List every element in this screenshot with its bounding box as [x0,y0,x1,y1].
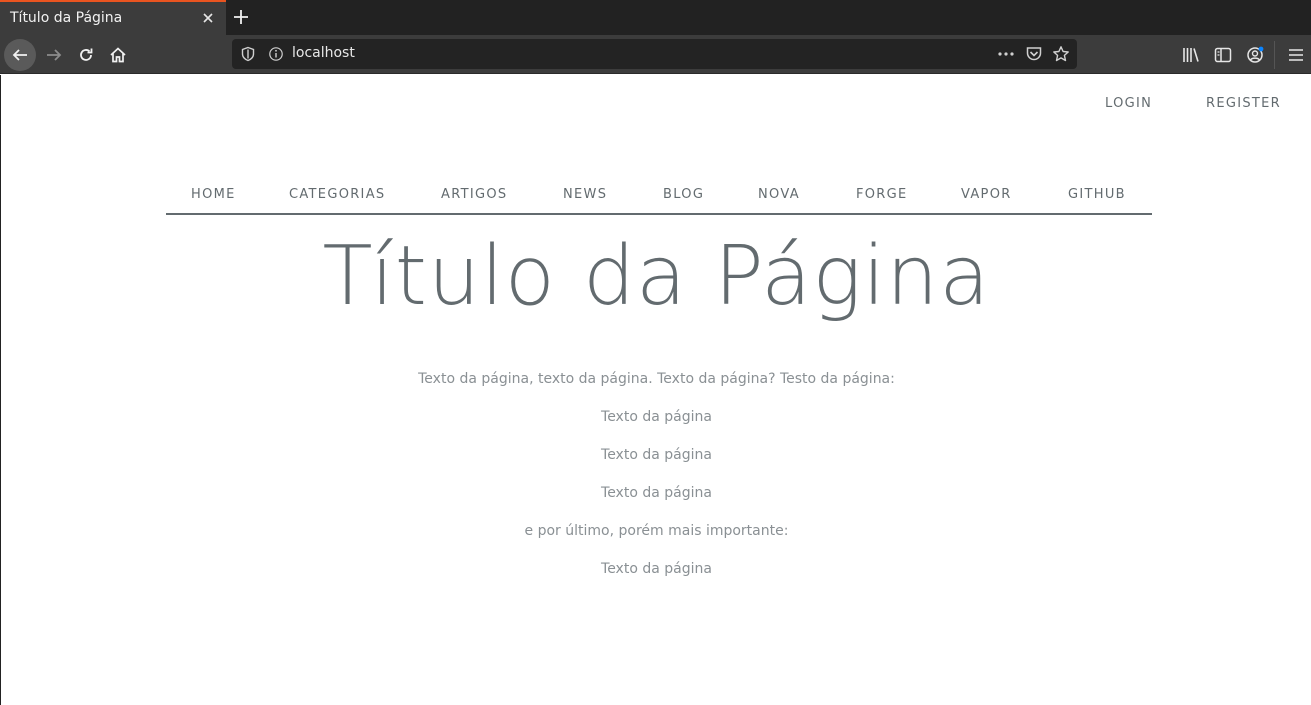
active-tab[interactable]: Título da Página [0,0,226,35]
home-icon[interactable] [102,39,134,71]
url-text[interactable]: localhost [292,45,355,61]
toolbar-separator [1274,41,1275,69]
plus-icon[interactable] [231,7,251,27]
login-link[interactable]: LOGIN [1105,96,1152,111]
url-bar[interactable]: localhost [232,39,1077,69]
paragraph: Texto da página [601,561,712,577]
paragraph-intro: Texto da página, texto da página. Texto … [418,371,895,387]
nav-item-nova[interactable]: NOVA [758,187,800,202]
paragraph: Texto da página [601,485,712,501]
tab-title: Título da Página [10,10,123,26]
account-icon[interactable] [1245,45,1265,65]
page-viewport: LOGIN REGISTER HOME CATEGORIAS ARTIGOS N… [0,75,1311,705]
star-icon[interactable] [1052,45,1070,63]
nav-item-github[interactable]: GITHUB [1068,187,1126,202]
nav-item-artigos[interactable]: ARTIGOS [441,187,507,202]
close-icon[interactable] [199,9,217,27]
more-icon[interactable] [996,45,1016,63]
nav-item-news[interactable]: NEWS [563,187,607,202]
sidebar-icon[interactable] [1213,45,1233,65]
arrow-left-icon[interactable] [4,39,36,71]
nav-item-categorias[interactable]: CATEGORIAS [289,187,385,202]
nav-item-blog[interactable]: BLOG [663,187,704,202]
tab-strip: Título da Página [0,0,1311,35]
pocket-icon[interactable] [1025,45,1043,63]
reload-icon[interactable] [70,39,102,71]
main-nav: HOME CATEGORIAS ARTIGOS NEWS BLOG NOVA F… [166,180,1152,215]
paragraph: Texto da página [601,409,712,425]
hamburger-menu-icon[interactable] [1286,45,1306,65]
navigation-toolbar: localhost [0,35,1311,74]
shield-icon[interactable] [240,46,256,62]
nav-item-vapor[interactable]: VAPOR [961,187,1012,202]
page-content: Texto da página, texto da página. Texto … [1,369,1311,597]
paragraph: Texto da página [601,447,712,463]
register-link[interactable]: REGISTER [1206,96,1281,111]
library-icon[interactable] [1181,45,1201,65]
paragraph-last-note: e por último, porém mais importante: [524,523,789,539]
nav-item-forge[interactable]: FORGE [856,187,908,202]
page-title: Título da Página [322,229,991,324]
arrow-right-icon[interactable] [38,39,70,71]
info-icon[interactable] [268,46,284,62]
nav-item-home[interactable]: HOME [191,187,236,202]
